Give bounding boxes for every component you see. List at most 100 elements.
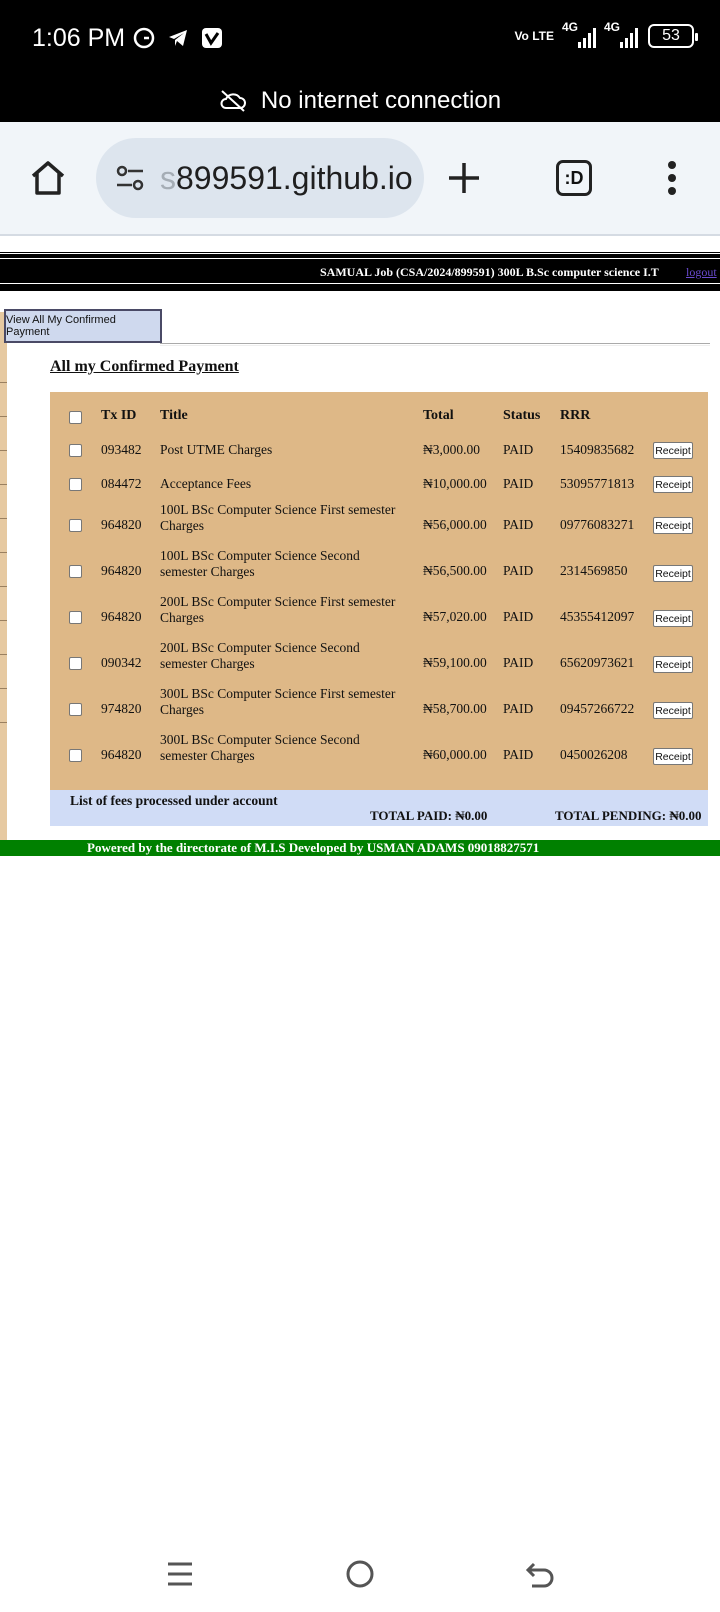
fee-title: Post UTME Charges	[160, 442, 273, 457]
fee-rrr: 0450026208	[560, 747, 628, 762]
fee-rrr: 09776083271	[560, 517, 635, 532]
fee-total: ₦57,020.00	[423, 609, 487, 624]
tx-id: 084472	[101, 476, 142, 491]
receipt-button[interactable]: Receipt	[653, 442, 693, 459]
notification-icons	[132, 26, 224, 50]
url-text: s899591.github.io	[160, 159, 413, 196]
fee-status: PAID	[503, 442, 534, 457]
fee-status: PAID	[503, 476, 534, 491]
tx-id: 093482	[101, 442, 142, 457]
signal-icon: 4G	[604, 20, 638, 48]
home-icon[interactable]	[28, 158, 68, 198]
row-checkbox[interactable]	[69, 749, 82, 762]
tx-id: 964820	[101, 609, 142, 624]
totals-footer: List of fees processed under account TOT…	[50, 790, 708, 826]
system-nav-bar	[0, 1540, 720, 1612]
column-header-txid: Tx ID	[101, 408, 137, 423]
more-menu-icon[interactable]	[652, 158, 692, 198]
row-checkbox[interactable]	[69, 444, 82, 457]
tx-id: 964820	[101, 747, 142, 762]
fee-title: 200L BSc Computer Science Second semeste…	[160, 640, 360, 671]
fee-status: PAID	[503, 563, 534, 578]
fee-rrr: 09457266722	[560, 701, 635, 716]
column-header-title: Title	[160, 408, 188, 423]
fee-total: ₦3,000.00	[423, 442, 480, 457]
fee-title: 100L BSc Computer Science First semester…	[160, 502, 396, 533]
receipt-button[interactable]: Receipt	[653, 565, 693, 582]
fee-total: ₦58,700.00	[423, 701, 487, 716]
tx-id: 090342	[101, 655, 142, 670]
fee-rrr: 2314569850	[560, 563, 628, 578]
total-pending: TOTAL PENDING: ₦0.00	[555, 808, 702, 823]
user-header: SAMUAL Job (CSA/2024/899591) 300L B.Sc c…	[0, 251, 720, 291]
fee-rrr: 53095771813	[560, 476, 635, 491]
row-checkbox[interactable]	[69, 519, 82, 532]
status-bar: 1:06 PM Vo LTE 4G 4G 53	[0, 0, 720, 80]
column-header-rrr: RRR	[560, 408, 591, 423]
row-checkbox[interactable]	[69, 611, 82, 624]
receipt-button[interactable]: Receipt	[653, 517, 693, 534]
vimeo-icon	[200, 26, 224, 50]
payments-table: Tx ID Title Total Status RRR 093482 Post…	[50, 392, 708, 790]
fee-rrr: 65620973621	[560, 655, 635, 670]
receipt-button[interactable]: Receipt	[653, 702, 693, 719]
offline-banner: No internet connection	[0, 80, 720, 122]
address-bar[interactable]: s899591.github.io	[96, 138, 424, 218]
browser-toolbar: s899591.github.io :D	[0, 122, 720, 236]
select-all-checkbox[interactable]	[69, 411, 82, 424]
cloud-off-icon	[220, 90, 246, 112]
fee-rrr: 15409835682	[560, 442, 635, 457]
credits-bar: Powered by the directorate of M.I.S Deve…	[0, 840, 720, 856]
battery-icon: 53	[648, 24, 698, 48]
fee-title: 100L BSc Computer Science Second semeste…	[160, 548, 360, 579]
status-indicators: Vo LTE 4G 4G 53	[514, 20, 698, 48]
home-nav-icon[interactable]	[340, 1554, 380, 1594]
volte-indicator: Vo LTE	[514, 29, 554, 43]
recent-apps-icon[interactable]	[160, 1554, 200, 1594]
fee-title: 200L BSc Computer Science First semester…	[160, 594, 396, 625]
status-time: 1:06 PM	[32, 24, 126, 52]
row-checkbox[interactable]	[69, 703, 82, 716]
fee-total: ₦60,000.00	[423, 747, 487, 762]
footer-label: List of fees processed under account	[70, 793, 278, 808]
column-header-total: Total	[423, 408, 454, 423]
side-menu-rail	[0, 312, 7, 840]
telegram-icon	[166, 26, 190, 50]
fee-title: 300L BSc Computer Science First semester…	[160, 686, 396, 717]
page-title: All my Confirmed Payment	[50, 358, 239, 375]
site-settings-icon[interactable]	[114, 162, 146, 194]
user-info: SAMUAL Job (CSA/2024/899591) 300L B.Sc c…	[320, 265, 659, 279]
divider	[160, 343, 710, 346]
row-checkbox[interactable]	[69, 478, 82, 491]
signal-icon: 4G	[562, 20, 596, 48]
tx-id: 974820	[101, 701, 142, 716]
fee-status: PAID	[503, 655, 534, 670]
fee-total: ₦59,100.00	[423, 655, 487, 670]
fee-status: PAID	[503, 609, 534, 624]
credits-text: Powered by the directorate of M.I.S Deve…	[87, 840, 540, 855]
fee-title: 300L BSc Computer Science Second semeste…	[160, 732, 360, 763]
fee-status: PAID	[503, 747, 534, 762]
back-icon[interactable]	[520, 1554, 560, 1594]
tab-switcher-button[interactable]: :D	[556, 160, 592, 196]
row-checkbox[interactable]	[69, 657, 82, 670]
row-checkbox[interactable]	[69, 565, 82, 578]
receipt-button[interactable]: Receipt	[653, 610, 693, 627]
fee-status: PAID	[503, 517, 534, 532]
tx-id: 964820	[101, 563, 142, 578]
offline-text: No internet connection	[260, 87, 502, 114]
receipt-button[interactable]: Receipt	[653, 656, 693, 673]
fee-total: ₦56,000.00	[423, 517, 487, 532]
tx-id: 964820	[101, 517, 142, 532]
receipt-button[interactable]: Receipt	[653, 476, 693, 493]
receipt-button[interactable]: Receipt	[653, 748, 693, 765]
total-paid: TOTAL PAID: ₦0.00	[370, 808, 488, 823]
logout-link[interactable]: logout	[686, 265, 717, 280]
fee-status: PAID	[503, 701, 534, 716]
new-tab-icon[interactable]	[444, 158, 484, 198]
fee-total: ₦56,500.00	[423, 563, 487, 578]
view-confirmed-payments-button[interactable]: View All My Confirmed Payment	[4, 309, 162, 343]
fee-title: Acceptance Fees	[160, 476, 252, 491]
fee-total: ₦10,000.00	[423, 476, 487, 491]
grammarly-icon	[132, 26, 156, 50]
